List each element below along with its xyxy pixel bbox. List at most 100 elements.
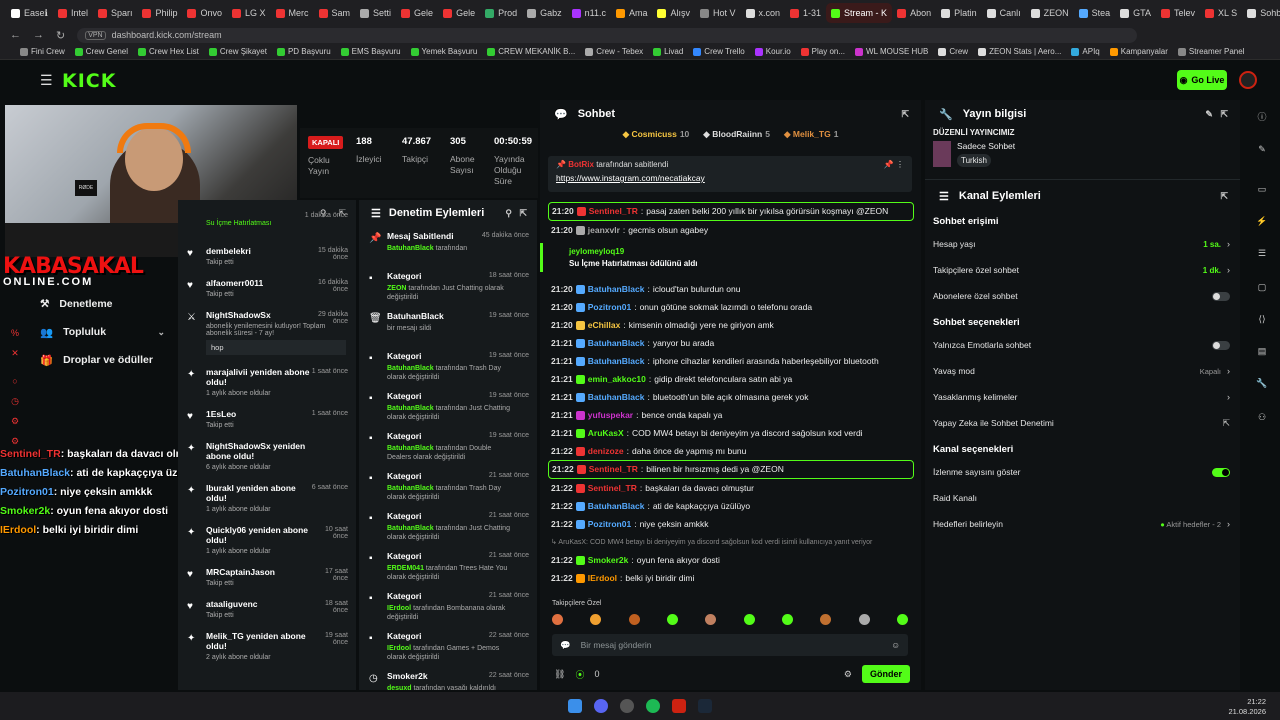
activity-name[interactable]: NightShadowSx yeniden abone oldu! xyxy=(206,441,316,461)
kick-logo[interactable]: KICK xyxy=(62,70,116,92)
gifter[interactable]: ◆ Melik_TG 1 xyxy=(784,129,838,140)
browser-tab[interactable]: Abon xyxy=(892,3,936,23)
browser-tab[interactable]: Hot V xyxy=(695,3,741,23)
emote-icon[interactable] xyxy=(781,614,793,625)
pinned-user[interactable]: BotRix xyxy=(568,160,594,169)
vpn-badge[interactable]: VPN xyxy=(85,30,106,40)
message-user[interactable]: denizoze xyxy=(588,446,624,457)
start-icon[interactable] xyxy=(568,699,582,713)
modlog-actor[interactable]: BatuhanBlack xyxy=(387,245,434,252)
message-user[interactable]: BatuhanBlack xyxy=(588,356,645,367)
bookmark-item[interactable]: EMS Başvuru xyxy=(340,47,401,56)
activity-name[interactable]: 1EsLeo xyxy=(206,409,316,419)
edit-icon[interactable]: ✎ xyxy=(1256,144,1268,156)
emote-icon[interactable] xyxy=(896,614,908,625)
info-icon[interactable]: ⓘ xyxy=(1256,110,1268,122)
bookmark-item[interactable]: Crew Trello xyxy=(693,47,745,56)
message-user[interactable]: AruKasX xyxy=(588,428,624,439)
menu-icon[interactable]: ☰ xyxy=(40,72,53,89)
bookmark-item[interactable]: Fini Crew xyxy=(20,47,65,56)
bookmark-item[interactable]: Crew xyxy=(938,47,968,56)
emote-icon[interactable] xyxy=(666,614,678,625)
message-user[interactable]: Smoker2k xyxy=(588,555,629,566)
category-name[interactable]: Sadece Sohbet xyxy=(957,141,1015,151)
profile-avatar[interactable] xyxy=(1239,71,1257,89)
message-user[interactable]: Sentinel_TR xyxy=(589,206,638,217)
browser-tab[interactable]: Platin xyxy=(936,3,982,23)
reward-user[interactable]: jeylomeyloq19 xyxy=(569,247,880,256)
chat-input[interactable]: 💬 Bir mesaj gönderin ☺ xyxy=(552,634,908,656)
bookmark-item[interactable]: Kampanyalar xyxy=(1109,47,1168,56)
message-user[interactable]: eChillax xyxy=(588,320,621,331)
activity-name[interactable]: dembelekri xyxy=(206,246,316,256)
link-icon[interactable]: ⛓ xyxy=(554,669,565,680)
message-user[interactable]: yufuspekar xyxy=(588,410,633,421)
browser-tab[interactable]: Sohbt xyxy=(1242,3,1280,23)
message-user[interactable]: Sentinel_TR xyxy=(588,483,637,494)
activity-name[interactable]: ataaliguvenc xyxy=(206,599,316,609)
emotes-only-toggle[interactable] xyxy=(1212,340,1230,350)
sidebar-item-moderation[interactable]: ⚒ Denetleme xyxy=(30,290,175,318)
modlog-actor[interactable]: desuxd xyxy=(387,685,412,690)
percent-icon[interactable]: % xyxy=(9,328,21,340)
x-social-icon[interactable]: ✕ xyxy=(9,348,21,360)
bookmark-item[interactable]: Play on... xyxy=(800,47,845,56)
emote-icon[interactable] xyxy=(628,614,640,625)
emoji-icon[interactable]: ☺ xyxy=(891,640,900,650)
system-clock[interactable]: 21:22 21.08.2026 xyxy=(1228,697,1266,717)
sidebar-item-drops[interactable]: 🎁 Droplar ve ödüller xyxy=(30,346,175,374)
activity-name[interactable]: marajalivii yeniden abone oldu! xyxy=(206,367,316,387)
bolt-icon[interactable]: ⚡ xyxy=(1256,216,1268,228)
message-user[interactable]: emin_akkoc10 xyxy=(588,374,646,385)
message-user[interactable]: BatuhanBlack xyxy=(588,501,645,512)
obs-icon[interactable] xyxy=(620,699,634,713)
emote-icon[interactable] xyxy=(743,614,755,625)
message-user[interactable]: Pozitron01 xyxy=(588,519,631,530)
filter-icon[interactable]: ⚲ ⇱ xyxy=(505,208,527,219)
stack-icon[interactable]: ▤ xyxy=(1256,346,1268,358)
browser-tab[interactable]: Stea xyxy=(1074,3,1116,23)
browser-tab[interactable]: GTA xyxy=(1115,3,1156,23)
activity-name[interactable]: Iburakl yeniden abone oldu! xyxy=(206,483,316,503)
browser-tab[interactable]: x.con xyxy=(741,3,786,23)
gifter[interactable]: ◆ Cosmicuss 10 xyxy=(623,129,690,140)
modlog-actor[interactable]: IErdool xyxy=(387,645,411,652)
bookmark-item[interactable]: Livad xyxy=(653,47,683,56)
bookmark-item[interactable]: PD Başvuru xyxy=(276,47,331,56)
popout-icon[interactable]: ⇱ xyxy=(901,109,909,120)
browser-tab[interactable]: Setti xyxy=(355,3,396,23)
browser-tab[interactable]: Telev xyxy=(1156,3,1200,23)
activity-name[interactable]: alfaomerr0011 xyxy=(206,278,316,288)
chat-icon[interactable]: ▢ xyxy=(1256,282,1268,294)
modlog-actor[interactable]: BatuhanBlack xyxy=(387,405,434,412)
bookmark-item[interactable]: Crew - Tebex xyxy=(585,47,643,56)
browser-tab[interactable]: Sparı xyxy=(93,3,138,23)
clock-icon[interactable]: ◷ xyxy=(9,396,21,408)
modlog-actor[interactable]: BatuhanBlack xyxy=(387,445,434,452)
browser-tab[interactable]: Gabz xyxy=(522,3,567,23)
message-user[interactable]: BatuhanBlack xyxy=(588,392,645,403)
message-user[interactable]: Pozitron01 xyxy=(588,302,631,313)
kicks-icon[interactable]: ⦿ xyxy=(575,668,584,681)
raid-channel-row[interactable]: Raid Kanalı xyxy=(925,485,1240,511)
goals-row[interactable]: Hedefleri belirleyin ● Aktif hedefler - 2… xyxy=(925,511,1240,537)
modlog-actor[interactable]: BatuhanBlack xyxy=(387,485,434,492)
list-icon[interactable]: ☰ xyxy=(1256,248,1268,260)
browser-tab[interactable]: Prod xyxy=(480,3,522,23)
modlog-actor[interactable]: ERDEM041 xyxy=(387,565,424,572)
sidebar-item-community[interactable]: 👥 Topluluk ⌄ xyxy=(30,318,175,346)
bookmark-item[interactable]: Crew Genel xyxy=(74,47,128,56)
browser-tab[interactable]: Ama xyxy=(611,3,653,23)
bookmark-item[interactable]: Crew Hex List xyxy=(138,47,199,56)
browser-tab[interactable]: Canlı xyxy=(982,3,1026,23)
browser-tab[interactable]: Intel xyxy=(53,3,93,23)
message-user[interactable]: jeanxvlr xyxy=(588,225,620,236)
settings-icon[interactable]: ⚙ xyxy=(9,416,21,428)
modlog-actor[interactable]: IErdool xyxy=(387,605,411,612)
activity-name[interactable]: Melik_TG yeniden abone oldu! xyxy=(206,631,316,651)
gifter[interactable]: ◆ BloodRaiinn 5 xyxy=(703,129,770,140)
activity-name[interactable]: MRCaptainJason xyxy=(206,567,316,577)
reload-icon[interactable]: ↻ xyxy=(56,29,65,42)
browser-tab[interactable]: Easeℹ xyxy=(6,3,53,23)
subs-only-toggle[interactable] xyxy=(1212,291,1230,301)
